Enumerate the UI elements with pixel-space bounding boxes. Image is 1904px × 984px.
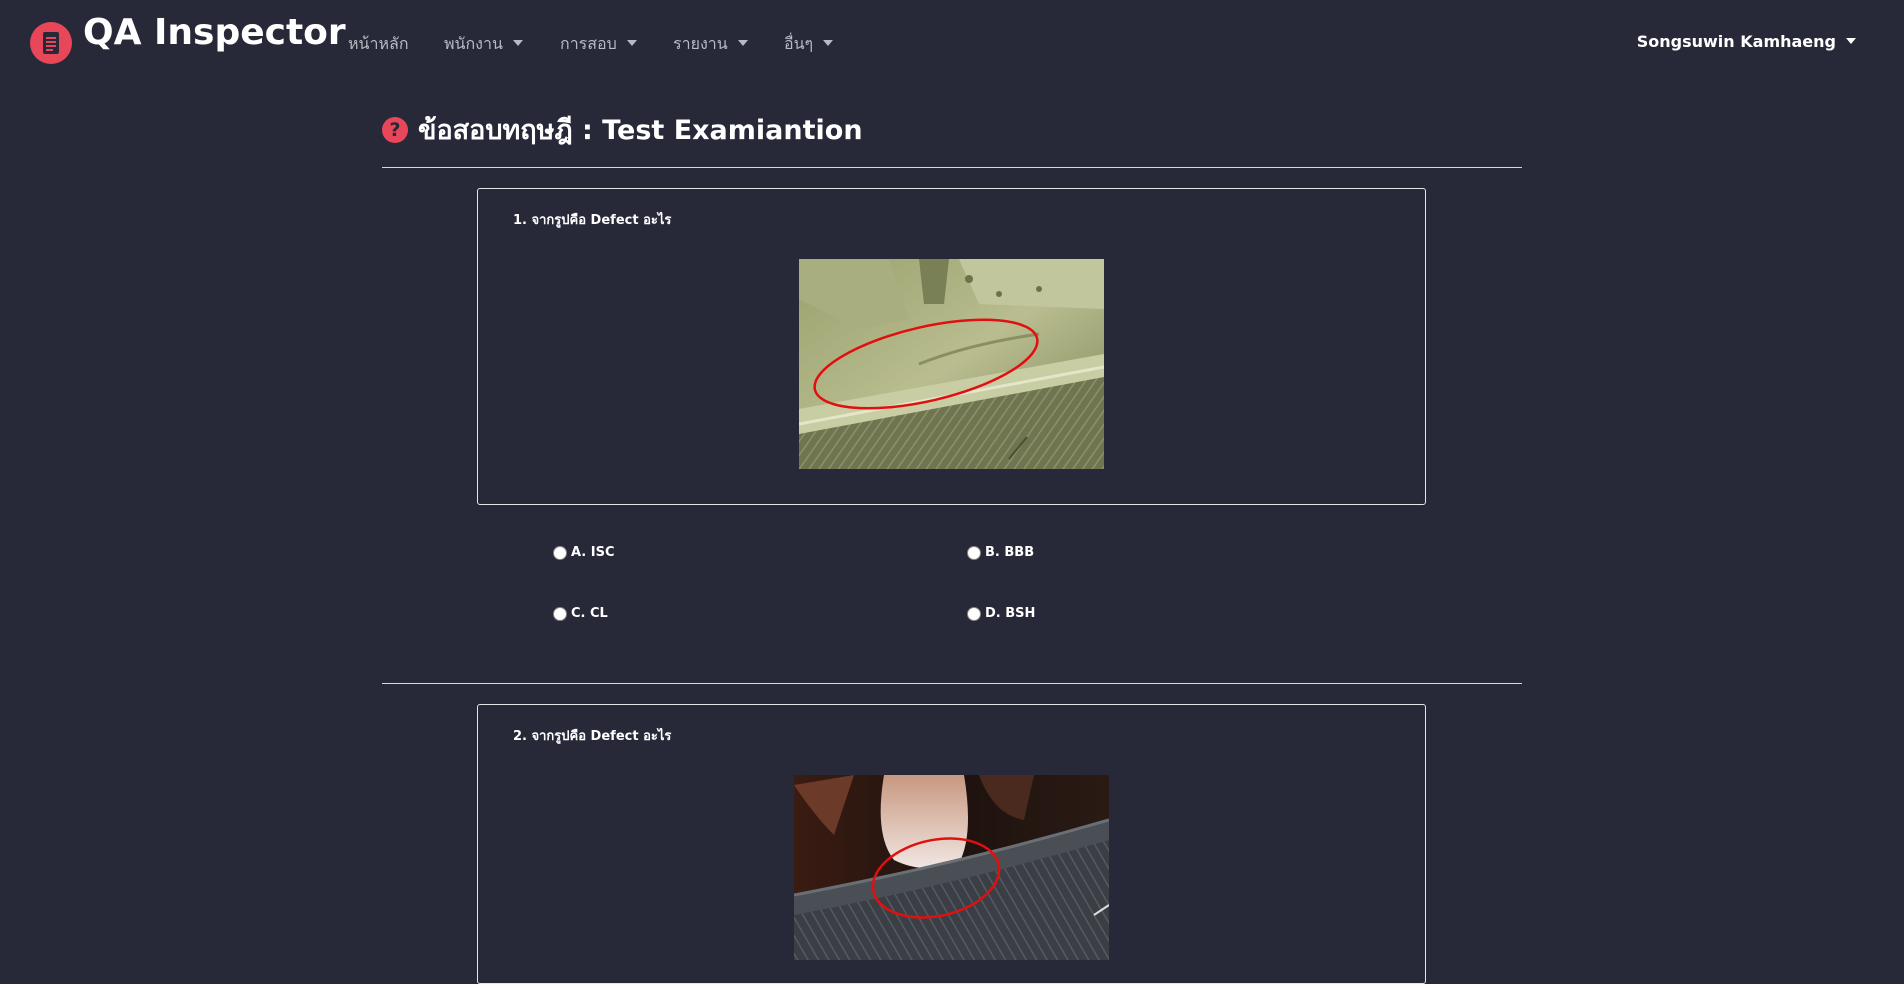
option-label: B. BBB [985, 545, 1035, 560]
question-card: 2. จากรูปคือ Defect อะไร [477, 704, 1426, 984]
nav-item-label: การสอบ [560, 34, 617, 53]
nav-item-label: พนักงาน [444, 34, 503, 53]
top-navbar: QA Inspector หน้าหลัก พนักงาน การสอบ ราย… [0, 0, 1904, 86]
user-menu[interactable]: Songsuwin Kamhaeng [1637, 32, 1856, 51]
nav-item-home[interactable]: หน้าหลัก [348, 32, 409, 57]
nav-item-label: หน้าหลัก [348, 34, 409, 53]
radio-button[interactable] [553, 545, 567, 560]
question-text: 1. จากรูปคือ Defect อะไร [513, 213, 672, 228]
question-circle-icon: ? [382, 116, 408, 143]
chevron-down-icon [626, 39, 637, 46]
chevron-down-icon [823, 39, 834, 46]
document-icon[interactable] [30, 22, 72, 64]
answer-option-b[interactable]: B. BBB [967, 545, 1034, 560]
question-image [799, 259, 1104, 469]
option-label: C. CL [571, 606, 608, 621]
nav-item-label: อื่นๆ [784, 34, 814, 53]
chevron-down-icon [1846, 37, 1856, 44]
answer-option-d[interactable]: D. BSH [967, 606, 1035, 621]
user-name: Songsuwin Kamhaeng [1636, 32, 1836, 51]
nav-item-label: รายงาน [673, 34, 728, 53]
question-card: 1. จากรูปคือ Defect อะไร [477, 188, 1426, 505]
divider [382, 683, 1522, 684]
nav-item-reports[interactable]: รายงาน [673, 32, 748, 57]
page-title: ? ข้อสอบทฤษฎี : Test Examiantion [382, 108, 863, 151]
brand-title[interactable]: QA Inspector [83, 12, 346, 53]
radio-button[interactable] [967, 606, 981, 621]
radio-button[interactable] [967, 545, 981, 560]
nav-item-employees[interactable]: พนักงาน [444, 32, 523, 57]
option-label: D. BSH [985, 606, 1036, 621]
divider [382, 167, 1522, 168]
answer-option-c[interactable]: C. CL [553, 606, 608, 621]
question-image [794, 775, 1109, 960]
nav-item-others[interactable]: อื่นๆ [784, 32, 834, 57]
chevron-down-icon [737, 39, 748, 46]
nav-item-exams[interactable]: การสอบ [560, 32, 637, 57]
question-text: 2. จากรูปคือ Defect อะไร [513, 729, 672, 744]
page-title-text: ข้อสอบทฤษฎี : Test Examiantion [418, 115, 863, 146]
chevron-down-icon [512, 39, 523, 46]
answer-option-a[interactable]: A. ISC [553, 545, 615, 560]
radio-button[interactable] [553, 606, 567, 621]
option-label: A. ISC [571, 545, 615, 560]
